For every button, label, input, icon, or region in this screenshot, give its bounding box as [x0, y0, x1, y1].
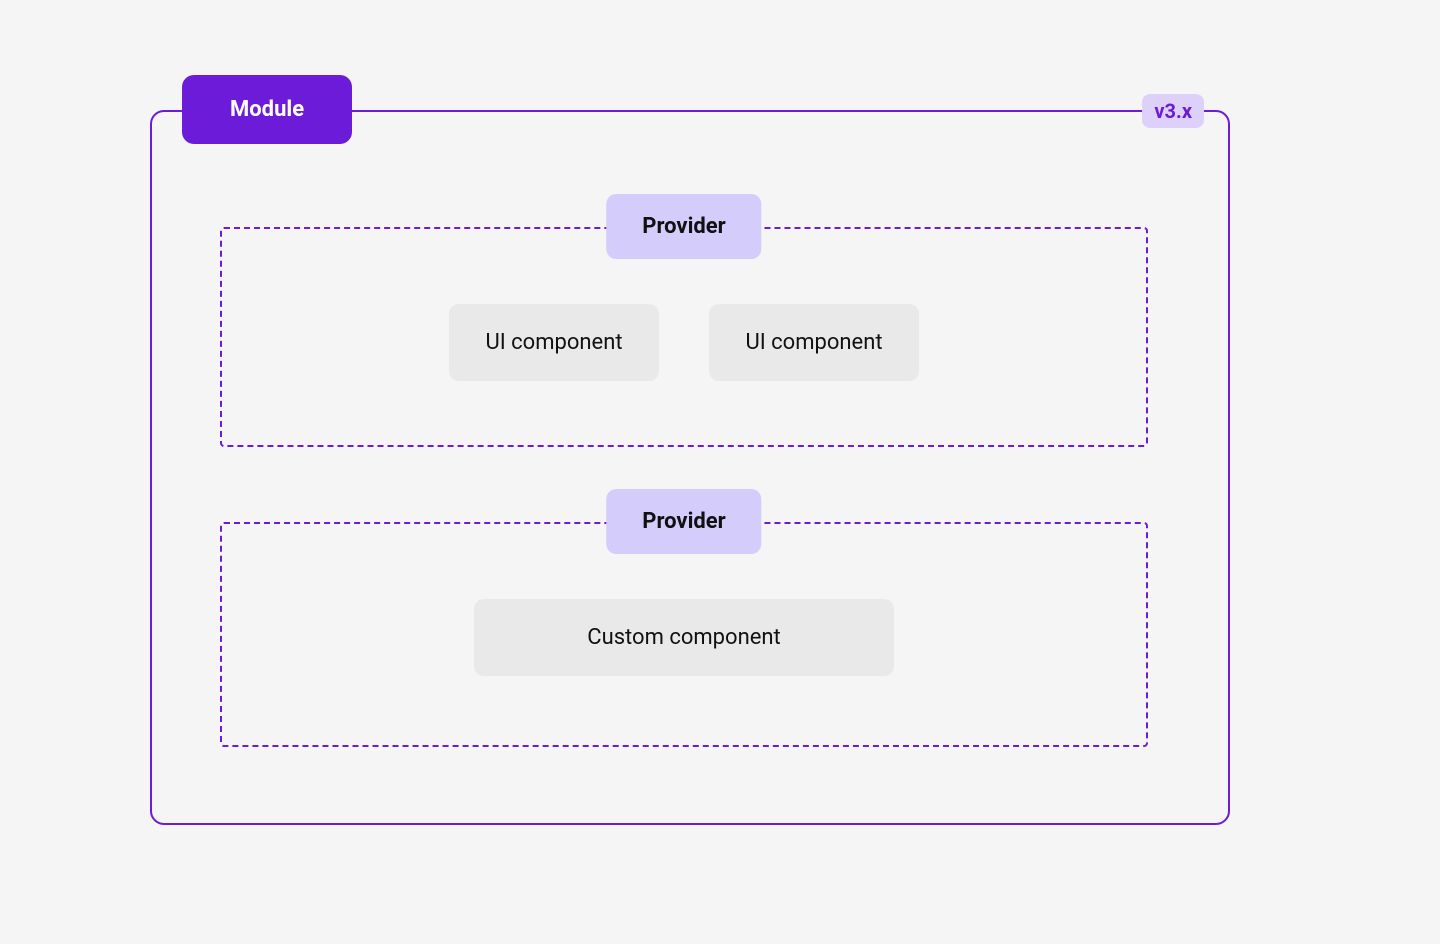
module-label: Module: [182, 75, 352, 144]
component-row-2: Custom component: [222, 599, 1146, 676]
component-row-1: UI component UI component: [222, 304, 1146, 381]
ui-component-1: UI component: [449, 304, 659, 381]
module-container: Module v3.x Provider UI component UI com…: [150, 110, 1230, 825]
provider-container-2: Provider Custom component: [220, 522, 1148, 747]
custom-component: Custom component: [474, 599, 894, 676]
ui-component-2: UI component: [709, 304, 919, 381]
provider-label-2: Provider: [606, 489, 761, 554]
provider-container-1: Provider UI component UI component: [220, 227, 1148, 447]
provider-label-1: Provider: [606, 194, 761, 259]
version-badge: v3.x: [1142, 94, 1204, 128]
